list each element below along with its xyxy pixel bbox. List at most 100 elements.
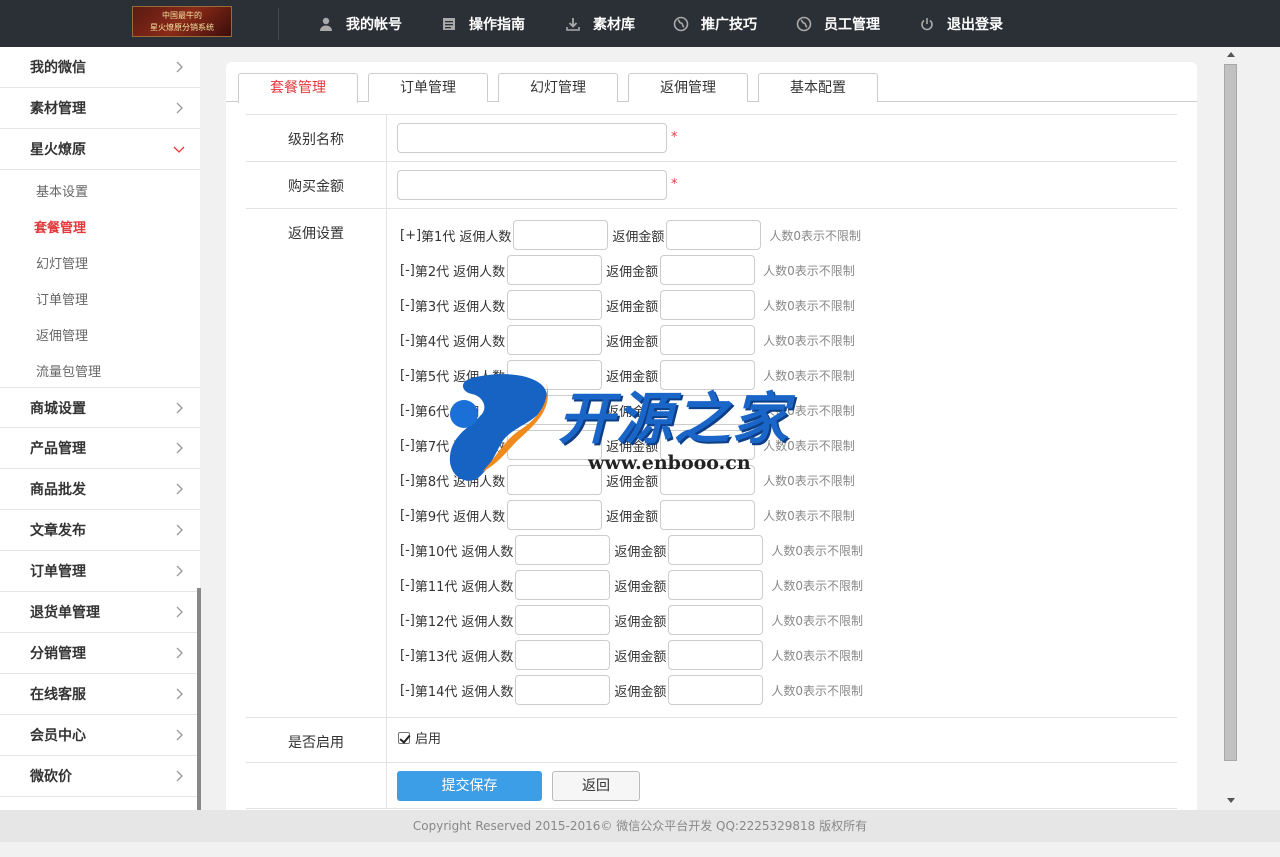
nav-guide[interactable]: 操作指南 [441, 0, 525, 47]
sidebar-item-materials[interactable]: 素材管理 [0, 88, 200, 129]
scrollbar-thumb[interactable] [1224, 64, 1237, 761]
tab-package-management[interactable]: 套餐管理 [238, 73, 358, 103]
commission-row: [-] 第11代 返佣人数 返佣金额 人数0表示不限制 [400, 570, 863, 600]
nav-label: 我的帐号 [346, 16, 402, 33]
expand-toggle[interactable]: [-] [400, 438, 415, 453]
scroll-down-icon[interactable] [1227, 798, 1235, 803]
commission-amount-input[interactable] [668, 675, 764, 705]
sidebar-item-my-wechat[interactable]: 我的微信 [0, 47, 200, 88]
sidebar-subitem-data-packages[interactable]: 流量包管理 [0, 352, 200, 388]
expand-toggle[interactable]: [-] [400, 298, 415, 313]
commission-amount-input[interactable] [666, 220, 762, 250]
nav-staff-management[interactable]: 员工管理 [796, 0, 880, 47]
sidebar-item-articles[interactable]: 文章发布 [0, 510, 200, 551]
nav-label: 操作指南 [469, 16, 525, 33]
back-button[interactable]: 返回 [552, 771, 640, 801]
sidebar-subitem-basic-settings[interactable]: 基本设置 [0, 172, 200, 208]
expand-toggle[interactable]: [-] [400, 543, 415, 558]
enable-checkbox[interactable]: 启用 [398, 728, 441, 747]
checkbox-checked-icon[interactable] [398, 731, 410, 744]
nav-materials[interactable]: 素材库 [565, 0, 635, 47]
sidebar-subitem-orders[interactable]: 订单管理 [0, 280, 200, 316]
scroll-up-icon[interactable] [1227, 52, 1235, 57]
commission-amount-input[interactable] [660, 465, 756, 495]
level-name-input[interactable] [397, 123, 667, 153]
commission-count-input[interactable] [515, 640, 611, 670]
sidebar-subitem-package-management[interactable]: 套餐管理 [0, 208, 200, 244]
commission-amount-input[interactable] [660, 325, 756, 355]
page-scrollbar[interactable] [1222, 47, 1240, 810]
tab-slide-management[interactable]: 幻灯管理 [498, 73, 618, 102]
commission-amount-input[interactable] [660, 500, 756, 530]
commission-count-input[interactable] [515, 570, 611, 600]
globe-icon [673, 16, 689, 32]
tab-commission-management[interactable]: 返佣管理 [628, 73, 748, 102]
commission-amount-input[interactable] [660, 430, 756, 460]
expand-toggle[interactable]: [-] [400, 263, 415, 278]
commission-count-input[interactable] [507, 430, 603, 460]
commission-count-input[interactable] [507, 500, 603, 530]
nav-promotion-tips[interactable]: 推广技巧 [673, 0, 757, 47]
expand-toggle[interactable]: [-] [400, 578, 415, 593]
purchase-amount-input[interactable] [397, 170, 667, 200]
sidebar-scrollbar[interactable] [197, 588, 201, 810]
commission-amount-input[interactable] [668, 640, 764, 670]
commission-count-input[interactable] [507, 255, 603, 285]
expand-toggle[interactable]: [-] [400, 403, 415, 418]
expand-toggle[interactable]: [+] [400, 228, 421, 243]
expand-toggle[interactable]: [-] [400, 683, 415, 698]
expand-toggle[interactable]: [-] [400, 648, 415, 663]
expand-toggle[interactable]: [-] [400, 368, 415, 383]
sidebar-subitem-commission[interactable]: 返佣管理 [0, 316, 200, 352]
commission-amount-input[interactable] [668, 605, 764, 635]
commission-amount-input[interactable] [668, 535, 764, 565]
commission-count-input[interactable] [507, 325, 603, 355]
tab-label: 订单管理 [400, 80, 456, 96]
sidebar-item-orders[interactable]: 订单管理 [0, 551, 200, 592]
sidebar-item-returns[interactable]: 退货单管理 [0, 592, 200, 633]
main-panel: 套餐管理 订单管理 幻灯管理 返佣管理 基本配置 级别名称 * 购买金额 * 返… [226, 62, 1197, 810]
commission-amount-input[interactable] [660, 360, 756, 390]
commission-count-input[interactable] [515, 535, 611, 565]
sidebar-item-mall-settings[interactable]: 商城设置 [0, 387, 200, 428]
commission-amount-label: 返佣金额 [606, 509, 659, 525]
commission-count-label: 返佣人数 [461, 544, 514, 560]
nav-label: 素材库 [593, 16, 635, 33]
commission-amount-input[interactable] [660, 290, 756, 320]
commission-count-input[interactable] [507, 395, 603, 425]
hint-text: 人数0表示不限制 [763, 473, 855, 488]
sidebar-item-xinghuo[interactable]: 星火燎原 [0, 129, 200, 170]
sidebar-item-label: 分销管理 [30, 646, 86, 662]
nav-logout[interactable]: 退出登录 [919, 0, 1003, 47]
generation-label: 第14代 [414, 684, 458, 700]
sidebar-item-wholesale[interactable]: 商品批发 [0, 469, 200, 510]
nav-my-account[interactable]: 我的帐号 [318, 0, 402, 47]
commission-count-input[interactable] [515, 605, 611, 635]
sidebar-item-distribution[interactable]: 分销管理 [0, 633, 200, 674]
commission-count-input[interactable] [513, 220, 609, 250]
commission-count-input[interactable] [515, 675, 611, 705]
commission-amount-input[interactable] [668, 570, 764, 600]
sidebar-item-bargain[interactable]: 微砍价 [0, 756, 200, 797]
commission-amount-input[interactable] [660, 395, 756, 425]
expand-toggle[interactable]: [-] [400, 333, 415, 348]
sidebar-subitem-slides[interactable]: 幻灯管理 [0, 244, 200, 280]
site-logo[interactable]: 中国最牛的 星火燎原分销系统 [132, 6, 232, 37]
hint-text: 人数0表示不限制 [771, 648, 864, 663]
tab-order-management[interactable]: 订单管理 [368, 73, 488, 102]
expand-toggle[interactable]: [-] [400, 473, 415, 488]
commission-count-input[interactable] [507, 290, 603, 320]
tab-basic-config[interactable]: 基本配置 [758, 73, 878, 102]
commission-count-label: 返佣人数 [453, 334, 506, 350]
sidebar-item-customer-service[interactable]: 在线客服 [0, 674, 200, 715]
sidebar-item-member-center[interactable]: 会员中心 [0, 715, 200, 756]
submit-save-button[interactable]: 提交保存 [397, 771, 542, 801]
commission-count-input[interactable] [507, 360, 603, 390]
commission-amount-input[interactable] [660, 255, 756, 285]
commission-amount-label: 返佣金额 [614, 544, 667, 560]
expand-toggle[interactable]: [-] [400, 508, 415, 523]
expand-toggle[interactable]: [-] [400, 613, 415, 628]
commission-amount-label: 返佣金额 [614, 649, 667, 665]
sidebar-item-products[interactable]: 产品管理 [0, 428, 200, 469]
commission-count-input[interactable] [507, 465, 603, 495]
